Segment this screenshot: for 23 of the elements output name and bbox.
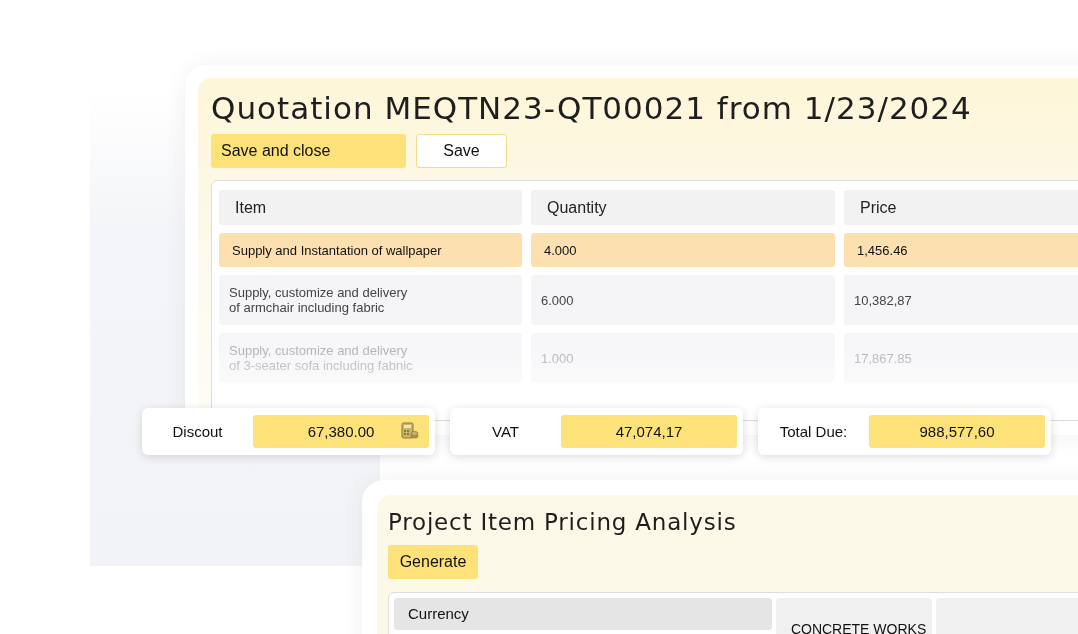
summary-label: VAT xyxy=(491,423,520,440)
table-cell[interactable]: 4.000 xyxy=(531,233,835,267)
summary-label: Total Due: xyxy=(778,423,849,440)
quotation-title: Quotation MEQTN23-QT00021 from 1/23/2024 xyxy=(211,89,973,128)
analysis-title: Project Item Pricing Analysis xyxy=(388,508,738,537)
table-cell[interactable]: 6.000 xyxy=(531,275,835,325)
save-and-close-button[interactable]: Save and close xyxy=(211,134,406,168)
column-header: Price xyxy=(844,190,1078,225)
column-header: Quantity xyxy=(531,190,835,225)
summary-label: Discout xyxy=(171,423,224,440)
table-cell[interactable]: 10,382,87 xyxy=(844,275,1078,325)
table-cell[interactable]: 1,456.46 xyxy=(844,233,1078,267)
column-header: Currency xyxy=(394,598,772,630)
generate-button[interactable]: Generate xyxy=(388,545,478,579)
table-cell[interactable]: Supply, customize and delivery of armchair including fabric xyxy=(219,275,522,325)
column-header: CONCRETE WORKS xyxy=(775,598,932,634)
column-header: Item xyxy=(219,190,522,225)
save-button[interactable]: Save xyxy=(416,134,507,168)
table-cell[interactable]: Supply and Instantation of wallpaper xyxy=(219,233,522,267)
summary-field[interactable]: 67,380.00 xyxy=(253,415,429,448)
summary-field[interactable]: 47,074,17 xyxy=(561,415,737,448)
calculator-icon[interactable] xyxy=(401,422,419,440)
summary-field[interactable]: 988,577,60 xyxy=(869,415,1045,448)
